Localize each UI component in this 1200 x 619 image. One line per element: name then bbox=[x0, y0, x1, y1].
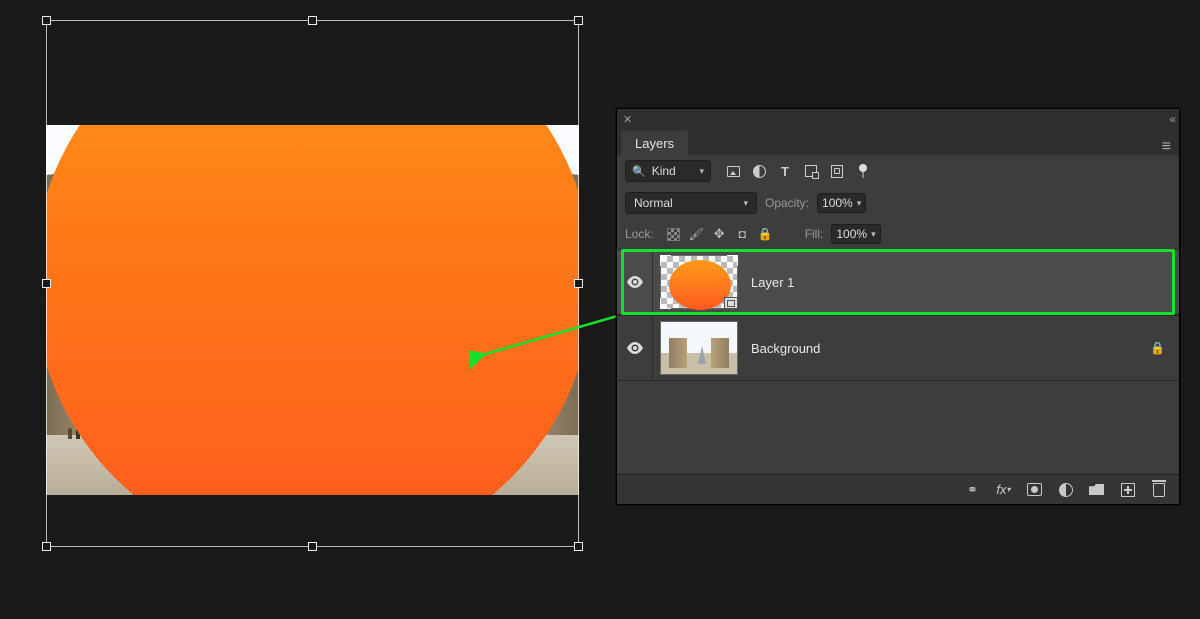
lock-position-icon[interactable]: ✥ bbox=[712, 227, 727, 242]
transform-handle-top-left[interactable] bbox=[42, 16, 51, 25]
layer-visibility-toggle[interactable] bbox=[617, 316, 653, 380]
blend-mode-select[interactable]: Normal ▾ bbox=[625, 192, 757, 214]
chevron-down-icon: ▾ bbox=[743, 198, 748, 209]
search-icon: 🔍 bbox=[632, 165, 646, 178]
lock-all-icon[interactable]: 🔒 bbox=[758, 227, 773, 242]
filter-toggle-icon[interactable] bbox=[855, 163, 871, 179]
chevron-down-icon: ▾ bbox=[699, 166, 704, 177]
transform-handle-bottom-right[interactable] bbox=[574, 542, 583, 551]
opacity-label: Opacity: bbox=[765, 196, 809, 210]
layers-tab[interactable]: Layers bbox=[621, 131, 688, 155]
layer-lock-icon[interactable]: 🔒 bbox=[1150, 341, 1179, 355]
layer-row-background[interactable]: Background 🔒 bbox=[617, 315, 1179, 381]
blend-mode-value: Normal bbox=[634, 196, 673, 210]
new-adjustment-layer-icon[interactable] bbox=[1057, 481, 1074, 498]
lock-image-pixels-icon[interactable]: 🖌 bbox=[689, 227, 704, 242]
filter-smart-object-icon[interactable] bbox=[829, 163, 845, 179]
chevron-down-icon: ▾ bbox=[857, 198, 862, 209]
lock-label: Lock: bbox=[625, 227, 654, 241]
transform-handle-bottom-left[interactable] bbox=[42, 542, 51, 551]
layers-list: Layer 1 Background 🔒 bbox=[617, 249, 1179, 474]
filter-adjustment-layers-icon[interactable] bbox=[751, 163, 767, 179]
new-layer-icon[interactable] bbox=[1119, 481, 1136, 498]
lock-transparency-icon[interactable] bbox=[666, 227, 681, 242]
layers-panel-footer: ⚭ fx▾ bbox=[617, 474, 1179, 504]
lock-artboard-icon[interactable]: ◘ bbox=[735, 227, 750, 242]
fill-label: Fill: bbox=[805, 227, 824, 241]
opacity-input[interactable]: 100% ▾ bbox=[817, 193, 866, 213]
panel-collapse-icon[interactable]: « bbox=[1169, 112, 1173, 126]
transform-handle-top-middle[interactable] bbox=[308, 16, 317, 25]
filter-type-layers-icon[interactable]: T bbox=[777, 163, 793, 179]
delete-layer-icon[interactable] bbox=[1150, 481, 1167, 498]
transform-handle-top-right[interactable] bbox=[574, 16, 583, 25]
fill-value: 100% bbox=[836, 227, 867, 241]
layer-thumbnail[interactable] bbox=[660, 255, 738, 309]
layer-row-layer-1[interactable]: Layer 1 bbox=[617, 249, 1179, 315]
layer-visibility-toggle[interactable] bbox=[617, 250, 653, 314]
panel-close-icon[interactable]: ✕ bbox=[623, 113, 632, 126]
layer-filter-type-select[interactable]: 🔍 Kind ▾ bbox=[625, 160, 711, 182]
link-layers-icon[interactable]: ⚭ bbox=[964, 481, 981, 498]
filter-shape-layers-icon[interactable] bbox=[803, 163, 819, 179]
chevron-down-icon: ▾ bbox=[871, 229, 876, 240]
layer-filter-type-label: Kind bbox=[652, 164, 676, 178]
layers-panel: ✕ « Layers ≡ 🔍 Kind ▾ T Norm bbox=[616, 108, 1180, 505]
layer-name-label[interactable]: Background bbox=[745, 341, 820, 356]
free-transform-bounding-box[interactable] bbox=[46, 20, 579, 547]
transform-handle-middle-right[interactable] bbox=[574, 279, 583, 288]
filter-pixel-layers-icon[interactable] bbox=[725, 163, 741, 179]
transform-handle-bottom-middle[interactable] bbox=[308, 542, 317, 551]
layer-thumbnail[interactable] bbox=[660, 321, 738, 375]
smart-object-badge-icon bbox=[724, 297, 738, 309]
new-group-icon[interactable] bbox=[1088, 481, 1105, 498]
opacity-value: 100% bbox=[822, 196, 853, 210]
canvas-area[interactable] bbox=[46, 20, 579, 547]
panel-flyout-menu-icon[interactable]: ≡ bbox=[1158, 139, 1175, 155]
layer-fx-icon[interactable]: fx▾ bbox=[995, 481, 1012, 498]
transform-handle-middle-left[interactable] bbox=[42, 279, 51, 288]
layer-name-label[interactable]: Layer 1 bbox=[745, 275, 794, 290]
add-layer-mask-icon[interactable] bbox=[1026, 481, 1043, 498]
fill-input[interactable]: 100% ▾ bbox=[831, 224, 880, 244]
